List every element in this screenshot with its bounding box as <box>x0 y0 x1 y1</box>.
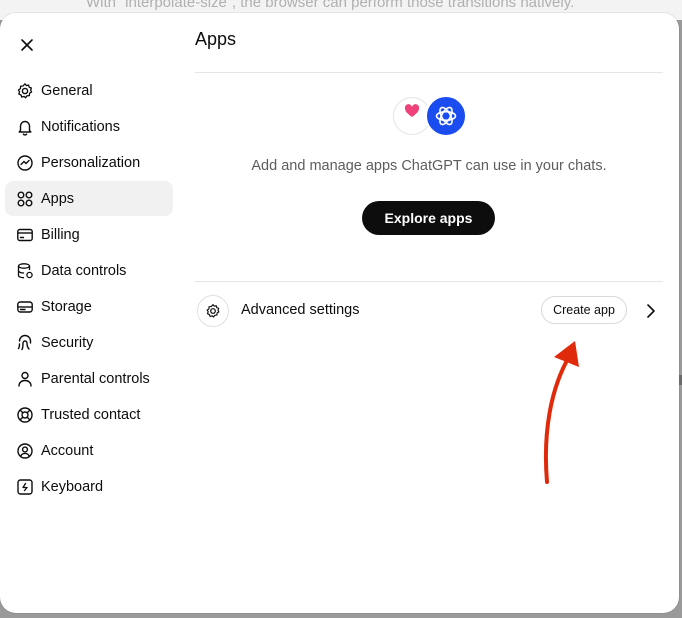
person-icon <box>15 369 35 389</box>
account-circle-icon <box>15 441 35 461</box>
sidebar-item-apps[interactable]: Apps <box>5 181 173 216</box>
sidebar-item-security[interactable]: Security <box>5 325 173 360</box>
sidebar-item-label: Trusted contact <box>41 406 141 423</box>
sidebar-item-label: Billing <box>41 226 80 243</box>
sidebar-item-label: General <box>41 82 93 99</box>
apps-grid-icon <box>15 189 35 209</box>
create-app-button[interactable]: Create app <box>541 296 627 324</box>
sidebar-item-label: Parental controls <box>41 370 150 387</box>
sidebar-item-billing[interactable]: Billing <box>5 217 173 252</box>
apps-hero-icons <box>393 95 467 137</box>
apps-description: Add and manage apps ChatGPT can use in y… <box>251 158 607 174</box>
sidebar-item-label: Notifications <box>41 118 120 135</box>
storage-icon <box>15 297 35 317</box>
advanced-settings-label: Advanced settings <box>241 302 360 318</box>
explore-apps-button[interactable]: Explore apps <box>362 201 495 235</box>
page-title: Apps <box>195 29 237 49</box>
close-icon <box>21 39 33 51</box>
lifebuoy-icon <box>15 405 35 425</box>
sidebar-item-label: Keyboard <box>41 478 104 495</box>
advanced-settings-gear-icon <box>197 295 229 327</box>
advanced-settings-row[interactable]: Advanced settings Create app <box>195 293 663 329</box>
sidebar-item-label: Personalization <box>41 154 141 171</box>
sidebar-item-account[interactable]: Account <box>5 433 173 468</box>
bell-icon <box>15 117 35 137</box>
sidebar-item-trusted-contact[interactable]: Trusted contact <box>5 397 173 432</box>
settings-dialog: General Notifications Personalization Ap… <box>0 13 679 613</box>
section-divider <box>195 281 663 282</box>
sidebar-item-keyboard[interactable]: Keyboard <box>5 469 173 504</box>
sidebar-item-storage[interactable]: Storage <box>5 289 173 324</box>
sidebar-item-label: Data controls <box>41 262 127 279</box>
gear-icon <box>15 81 35 101</box>
sidebar-item-notifications[interactable]: Notifications <box>5 109 173 144</box>
annotation-arrow <box>543 341 579 484</box>
chatgpt-logo-icon <box>425 95 467 137</box>
close-button[interactable] <box>12 30 42 60</box>
sidebar-item-label: Storage <box>41 298 92 315</box>
sidebar-item-personalization[interactable]: Personalization <box>5 145 173 180</box>
fingerprint-icon <box>15 333 35 353</box>
sidebar-item-parental-controls[interactable]: Parental controls <box>5 361 173 396</box>
keyboard-icon <box>15 477 35 497</box>
chevron-right-icon[interactable] <box>643 302 659 320</box>
sidebar-item-label: Account <box>41 442 94 459</box>
settings-sidebar: General Notifications Personalization Ap… <box>5 73 173 505</box>
sidebar-item-general[interactable]: General <box>5 73 173 108</box>
header-divider <box>195 72 663 73</box>
sidebar-item-data-controls[interactable]: Data controls <box>5 253 173 288</box>
sidebar-item-label: Security <box>41 334 94 351</box>
credit-card-icon <box>15 225 35 245</box>
personalization-icon <box>15 153 35 173</box>
sidebar-item-label: Apps <box>41 190 75 207</box>
background-text: With `interpolate-size`, the browser can… <box>86 0 575 11</box>
database-icon <box>15 261 35 281</box>
